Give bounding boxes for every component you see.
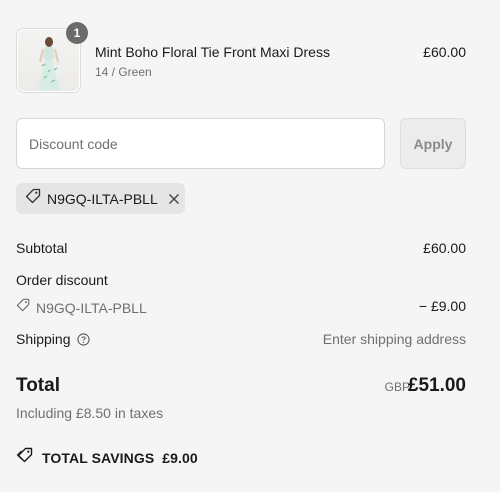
shipping-value: Enter shipping address: [322, 331, 466, 347]
applied-discount-chip: N9GQ-ILTA-PBLL: [16, 183, 185, 214]
tag-icon: [16, 298, 30, 317]
discount-code-row: N9GQ-ILTA-PBLL: [16, 298, 147, 317]
help-icon[interactable]: [76, 332, 90, 346]
product-name: Mint Boho Floral Tie Front Maxi Dress: [95, 44, 330, 60]
total-savings: TOTAL SAVINGS £9.00: [16, 447, 198, 468]
shipping-row: Shipping: [16, 331, 90, 347]
quantity-badge: 1: [66, 22, 88, 44]
savings-label: TOTAL SAVINGS: [42, 449, 155, 466]
total-label: Total: [16, 375, 60, 396]
savings-value: £9.00: [162, 449, 198, 466]
remove-discount-icon[interactable]: [168, 193, 180, 205]
total-value: £51.00: [407, 375, 466, 396]
savings-tag-icon: [16, 447, 34, 468]
discount-code-input[interactable]: [16, 118, 385, 169]
tag-icon: [25, 188, 41, 209]
apply-button[interactable]: Apply: [400, 118, 466, 169]
taxes-note: Including £8.50 in taxes: [16, 405, 164, 421]
subtotal-label: Subtotal: [16, 240, 68, 256]
discount-code-label: N9GQ-ILTA-PBLL: [36, 299, 147, 316]
order-discount-label: Order discount: [16, 272, 108, 288]
product-price: £60.00: [423, 44, 466, 60]
subtotal-value: £60.00: [423, 240, 466, 256]
shipping-label: Shipping: [16, 331, 71, 347]
product-variant: 14 / Green: [95, 65, 152, 79]
currency-code: GBP: [384, 380, 410, 394]
applied-code-text: N9GQ-ILTA-PBLL: [47, 190, 158, 207]
discount-value: − £9.00: [418, 298, 466, 314]
